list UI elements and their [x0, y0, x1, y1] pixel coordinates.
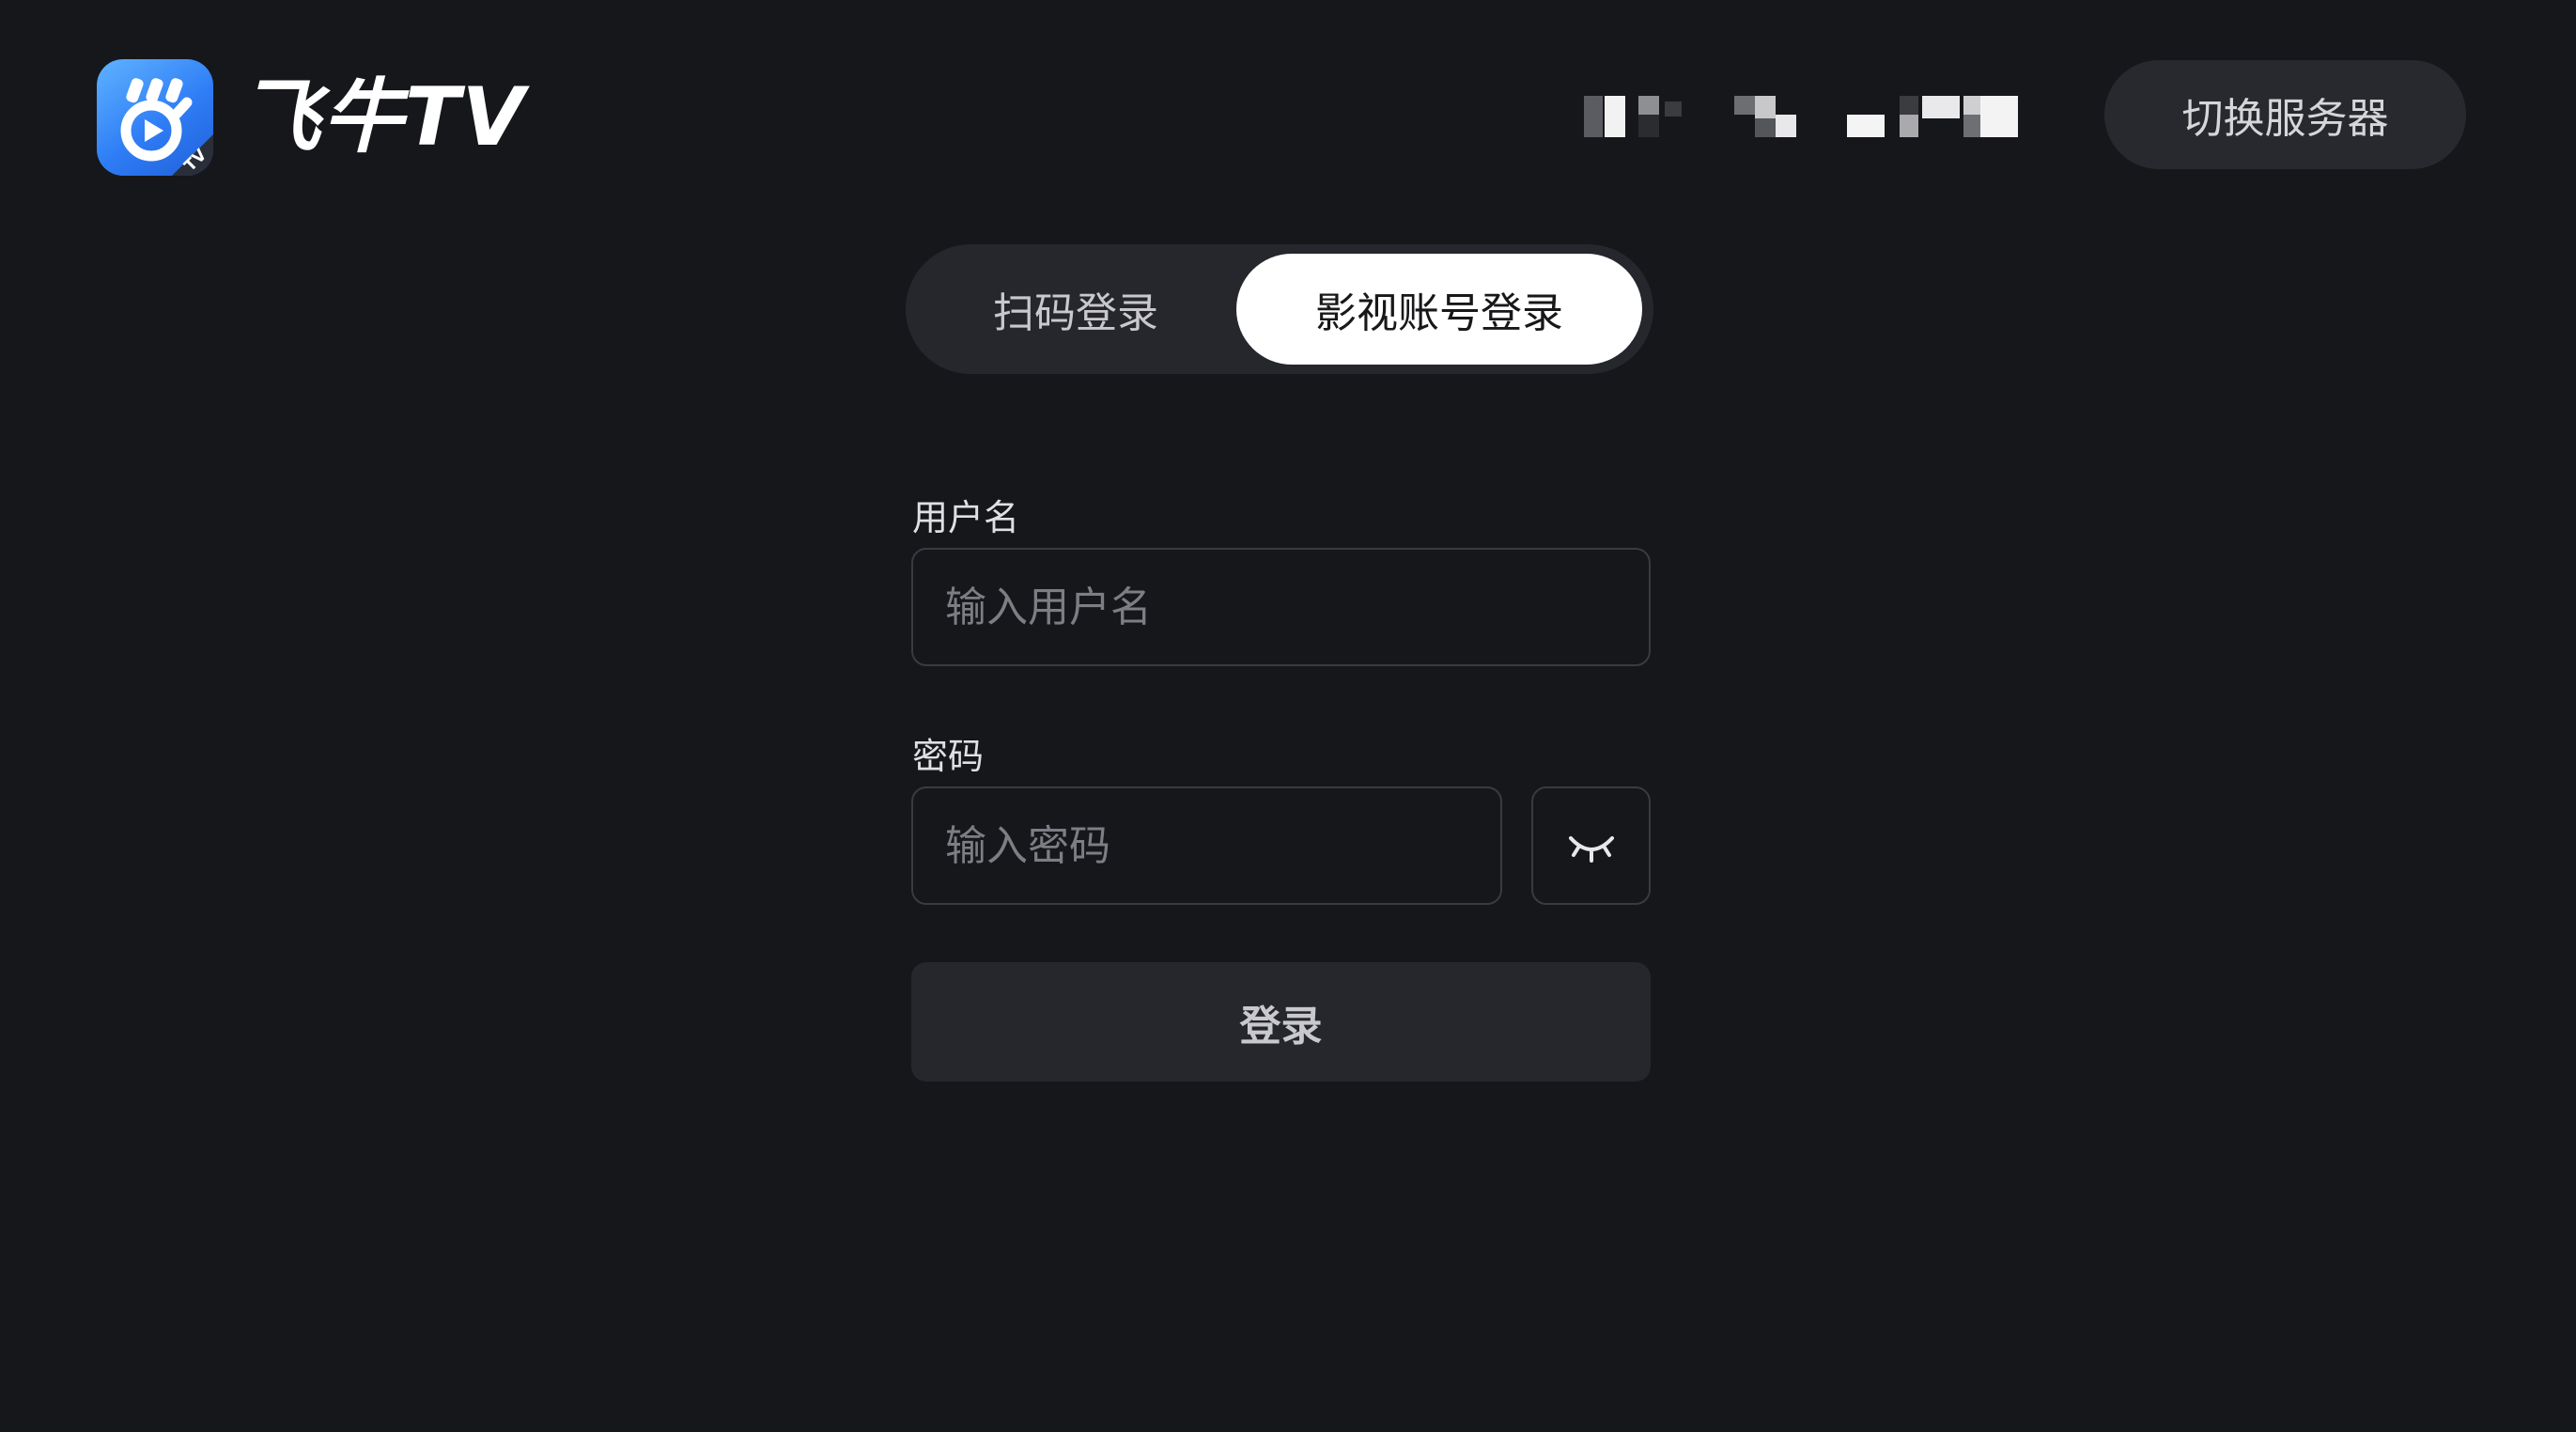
tab-account-login[interactable]: 影视账号登录	[1236, 254, 1642, 365]
login-mode-tabs: 扫码登录 影视账号登录	[906, 244, 1653, 374]
password-visibility-toggle[interactable]	[1531, 786, 1651, 905]
app-name: 飞牛TV	[240, 70, 527, 164]
tab-qr-login[interactable]: 扫码登录	[915, 254, 1236, 365]
eye-closed-icon	[1568, 836, 1614, 863]
username-label: 用户名	[912, 497, 1020, 538]
password-label: 密码	[912, 736, 985, 777]
server-address-redacted	[1584, 92, 2037, 137]
login-button[interactable]: 登录	[911, 962, 1651, 1082]
username-input[interactable]	[911, 548, 1651, 666]
app-logo-icon: TV	[97, 59, 213, 176]
password-input[interactable]	[911, 786, 1502, 905]
switch-server-button[interactable]: 切换服务器	[2104, 60, 2466, 169]
login-screen: TV 飞牛TV 切换服务器 扫码登录 影视账号登录 用户名 密码	[0, 0, 2576, 1432]
brand: TV 飞牛TV	[97, 59, 526, 176]
